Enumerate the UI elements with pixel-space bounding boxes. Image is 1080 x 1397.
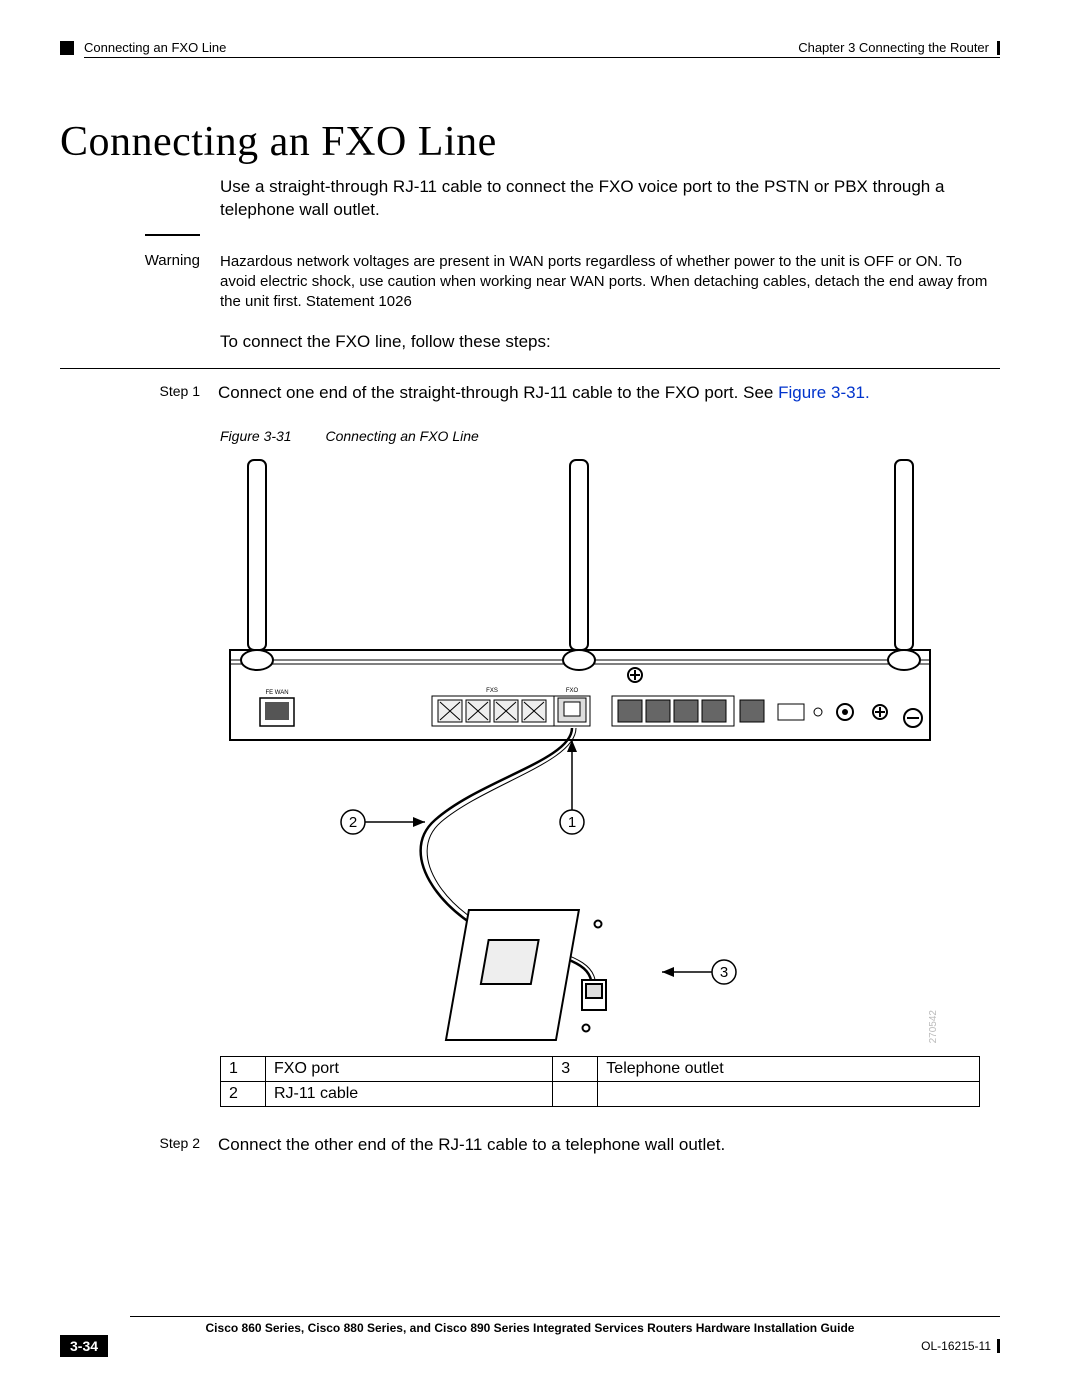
step1-text: Connect one end of the straight-through …: [218, 383, 1000, 403]
legend-num: [553, 1081, 598, 1106]
page-title: Connecting an FXO Line: [60, 118, 1000, 166]
step2-label: Step 2: [60, 1135, 200, 1155]
rule-before-steps: [60, 368, 1000, 369]
header-marker-icon: [60, 41, 74, 55]
warning-statement: Statement 1026: [306, 293, 412, 310]
legend-text: Telephone outlet: [598, 1056, 980, 1081]
header-chapter: Chapter 3 Connecting the Router: [798, 40, 989, 55]
intro-paragraph: Use a straight-through RJ-11 cable to co…: [220, 176, 980, 222]
lead-paragraph: To connect the FXO line, follow these st…: [220, 331, 980, 354]
step2-text: Connect the other end of the RJ-11 cable…: [218, 1135, 1000, 1155]
header-bar-icon: [997, 41, 1000, 55]
port-label-fxs: FXS: [486, 688, 498, 694]
legend-num: 3: [553, 1056, 598, 1081]
callout-1: 1: [568, 814, 576, 831]
legend-text: FXO port: [266, 1056, 553, 1081]
step1-label: Step 1: [60, 383, 200, 403]
doc-number: OL-16215-11: [921, 1339, 991, 1353]
page-number: 3-34: [60, 1335, 108, 1357]
figure-xref[interactable]: Figure 3-31.: [778, 383, 870, 402]
footer-guide-title: Cisco 860 Series, Cisco 880 Series, and …: [60, 1321, 1000, 1335]
figure-diagram: FE WAN FXS FXO: [220, 450, 980, 1107]
legend-text: RJ-11 cable: [266, 1081, 553, 1106]
port-label-fewan: FE WAN: [265, 690, 288, 696]
legend-text: [598, 1081, 980, 1106]
warning-text: Hazardous network voltages are present i…: [220, 252, 1000, 313]
legend-num: 1: [221, 1056, 266, 1081]
table-row: 2 RJ-11 cable: [221, 1081, 980, 1106]
figure-caption: Connecting an FXO Line: [325, 428, 478, 444]
footer-bar-icon: [997, 1339, 1000, 1353]
legend-num: 2: [221, 1081, 266, 1106]
callout-2: 2: [349, 814, 357, 831]
figure-source-number: 270542: [928, 1009, 939, 1043]
footer-rule: [130, 1316, 1000, 1317]
callout-3: 3: [720, 964, 728, 981]
warning-label: Warning: [60, 252, 200, 313]
figure-label: Figure 3-31: [220, 428, 292, 444]
figure-legend-table: 1 FXO port 3 Telephone outlet 2 RJ-11 ca…: [220, 1056, 980, 1107]
header-rule: [84, 57, 1000, 58]
port-label-fxo: FXO: [566, 688, 579, 694]
header-section: Connecting an FXO Line: [84, 40, 226, 55]
table-row: 1 FXO port 3 Telephone outlet: [221, 1056, 980, 1081]
